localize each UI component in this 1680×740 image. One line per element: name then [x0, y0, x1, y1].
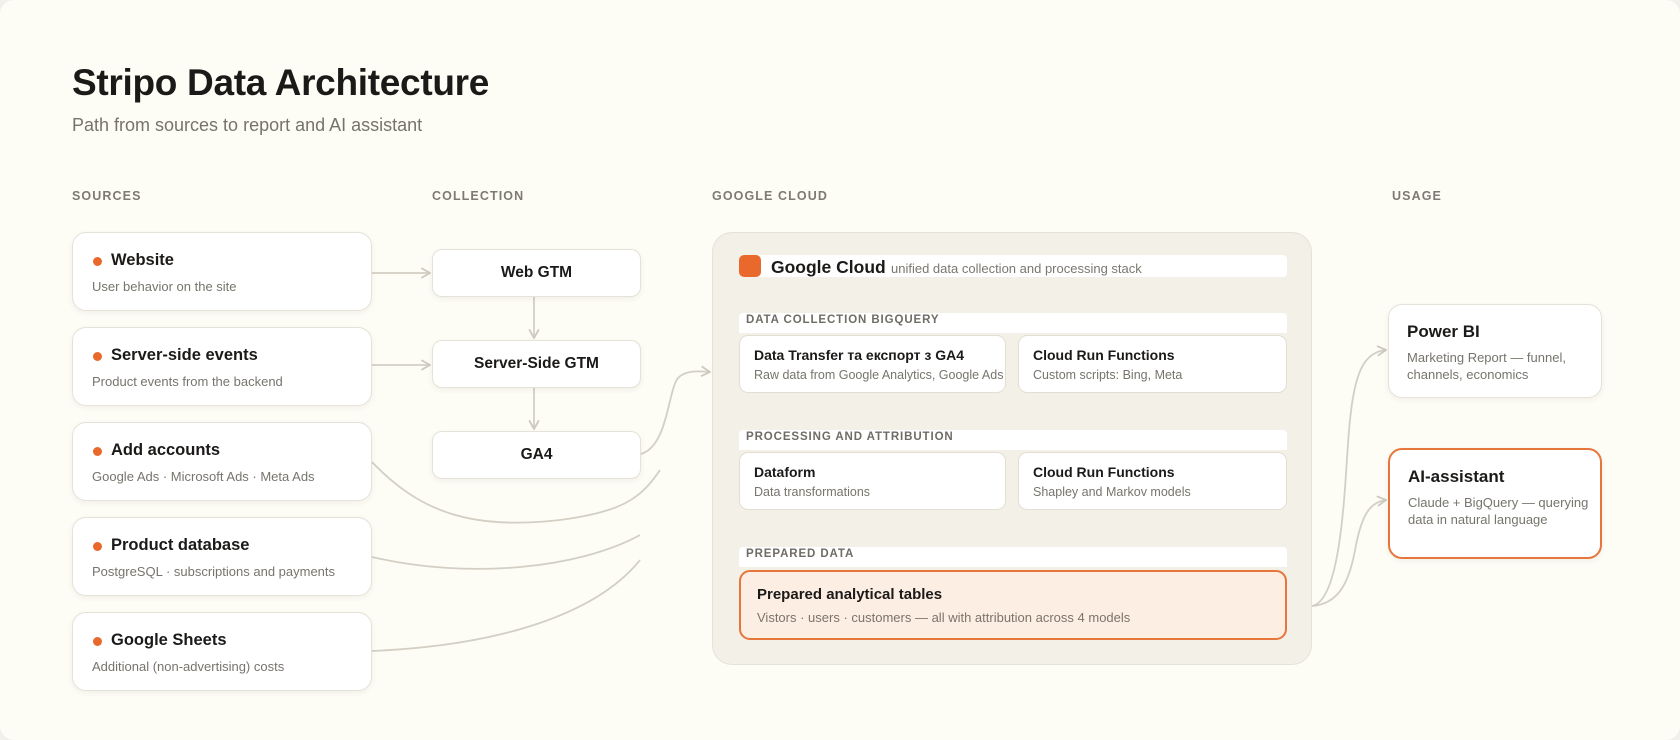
source-name: Add accounts	[111, 441, 221, 459]
google-cloud-panel: Google Cloud unified data collection and…	[712, 232, 1312, 665]
node-desc: Raw data from Google Analytics, Google A…	[754, 368, 1004, 382]
section-label-data-collection: DATA COLLECTION BIGQUERY	[746, 314, 940, 326]
source-card-add-accounts: Add accounts Google Ads · Microsoft Ads …	[72, 422, 372, 501]
collection-web-gtm: Web GTM	[432, 249, 641, 297]
source-name: Product database	[111, 536, 250, 554]
node-desc: Custom scripts: Bing, Meta	[1033, 368, 1183, 382]
node-data-transfer: Data Transfer та експорт з GA4 Raw data …	[739, 335, 1006, 393]
node-desc: Vistors · users · customers — all with a…	[757, 610, 1131, 625]
source-card-server-side-events: Server-side events Product events from t…	[72, 327, 372, 406]
source-desc: Google Ads · Microsoft Ads · Meta Ads	[92, 469, 315, 484]
usage-name: AI-assistant	[1408, 467, 1505, 486]
node-name: Prepared analytical tables	[757, 586, 943, 603]
orange-dot-icon	[93, 257, 102, 266]
node-name: Data Transfer та експорт з GA4	[754, 347, 965, 363]
source-desc: Additional (non-advertising) costs	[92, 659, 285, 674]
source-desc: Product events from the backend	[92, 374, 283, 389]
orange-dot-icon	[93, 637, 102, 646]
source-name: Server-side events	[111, 346, 258, 364]
column-label-collection: COLLECTION	[432, 189, 525, 203]
node-name: Cloud Run Functions	[1033, 347, 1175, 363]
node-cloud-run-functions-collection: Cloud Run Functions Custom scripts: Bing…	[1018, 335, 1287, 393]
section-label-processing: PROCESSING AND ATTRIBUTION	[746, 431, 954, 443]
node-prepared-analytical-tables: Prepared analytical tables Vistors · use…	[739, 570, 1287, 640]
source-desc: User behavior on the site	[92, 279, 237, 294]
diagram-canvas: Stripo Data Architecture Path from sourc…	[0, 0, 1680, 740]
column-label-usage: USAGE	[1392, 189, 1442, 203]
usage-card-power-bi: Power BI Marketing Report — funnel, chan…	[1388, 304, 1602, 398]
link-sheets-gc	[371, 559, 641, 652]
orange-dot-icon	[93, 542, 102, 551]
usage-desc: Marketing Report — funnel, channels, eco…	[1407, 350, 1566, 382]
collection-ga4: GA4	[432, 431, 641, 479]
usage-desc: Claude + BigQuery — querying data in nat…	[1408, 495, 1589, 527]
orange-square-icon	[739, 255, 761, 277]
node-desc: Data transformations	[754, 485, 871, 499]
page-title: Stripo Data Architecture	[72, 62, 490, 103]
source-name: Google Sheets	[111, 631, 227, 649]
source-card-website: Website User behavior on the site	[72, 232, 372, 311]
node-dataform: Dataform Data transformations	[739, 452, 1006, 510]
node-name: Dataform	[754, 464, 816, 480]
google-cloud-title: Google Cloud	[771, 257, 886, 277]
usage-name: Power BI	[1407, 322, 1480, 341]
node-cloud-run-functions-attribution: Cloud Run Functions Shapley and Markov m…	[1018, 452, 1287, 510]
node-desc: Shapley and Markov models	[1033, 485, 1191, 499]
source-desc: PostgreSQL · subscriptions and payments	[92, 564, 336, 579]
link-ga4-gc	[640, 365, 711, 455]
source-name: Website	[111, 251, 174, 269]
column-label-sources: SOURCES	[72, 189, 142, 203]
google-cloud-subtitle: unified data collection and processing s…	[891, 261, 1142, 276]
node-name: Cloud Run Functions	[1033, 464, 1175, 480]
link-gc-ai	[1311, 495, 1387, 607]
collection-server-side-gtm: Server-Side GTM	[432, 340, 641, 388]
usage-card-ai-assistant: AI-assistant Claude + BigQuery — queryin…	[1388, 448, 1602, 559]
orange-dot-icon	[93, 447, 102, 456]
source-card-google-sheets: Google Sheets Additional (non-advertisin…	[72, 612, 372, 691]
link-gc-powerbi	[1311, 345, 1387, 607]
link-db-gc	[371, 534, 641, 570]
orange-dot-icon	[93, 352, 102, 361]
source-card-product-database: Product database PostgreSQL · subscripti…	[72, 517, 372, 596]
page-subtitle: Path from sources to report and AI assis…	[72, 115, 423, 135]
section-label-prepared-data: PREPARED DATA	[746, 548, 855, 560]
column-label-google-cloud: GOOGLE CLOUD	[712, 189, 828, 203]
